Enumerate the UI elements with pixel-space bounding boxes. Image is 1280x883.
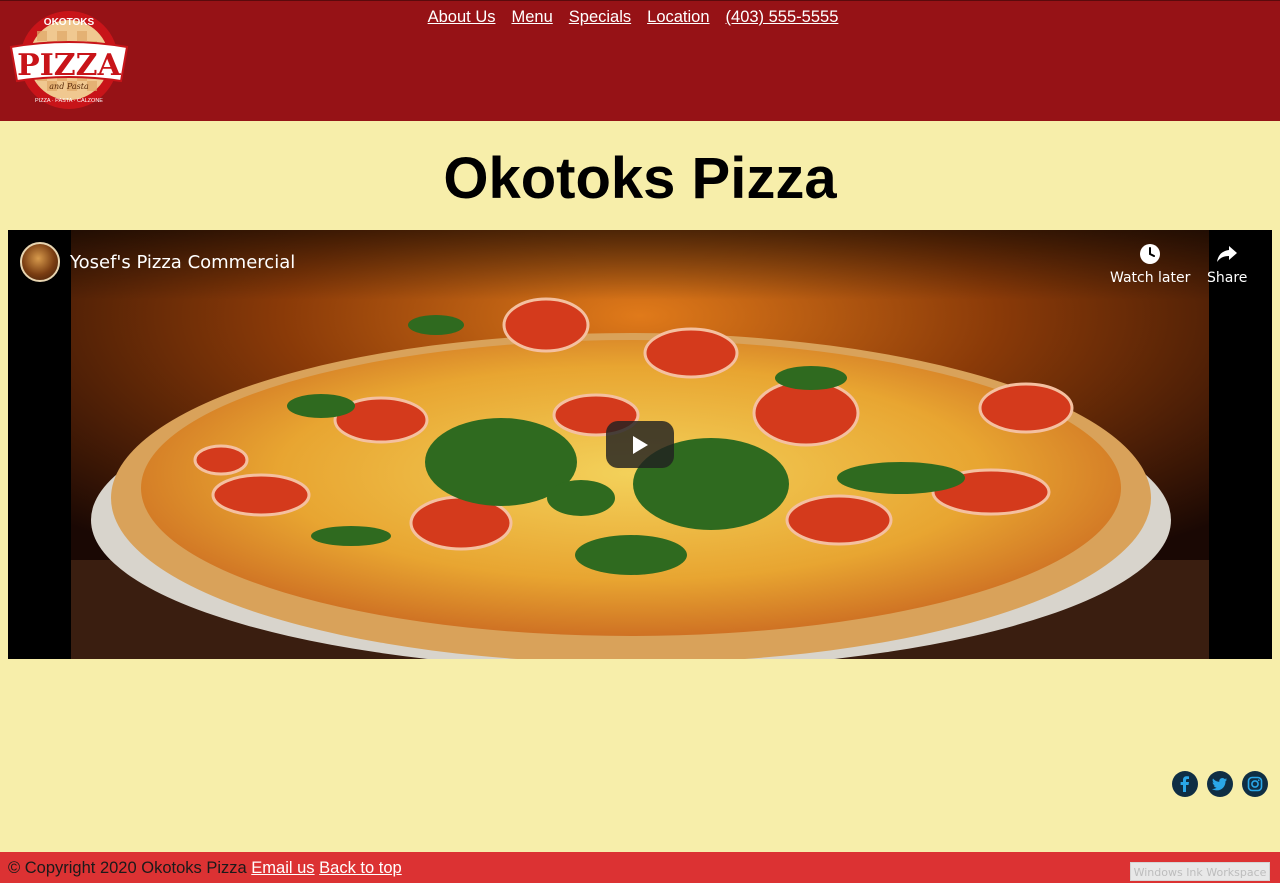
channel-avatar[interactable] — [20, 242, 60, 282]
windows-ink-workspace-button[interactable]: Windows Ink Workspace — [1130, 862, 1270, 881]
facebook-icon[interactable] — [1172, 771, 1198, 797]
back-to-top-link[interactable]: Back to top — [319, 859, 402, 877]
nav-specials[interactable]: Specials — [569, 8, 631, 27]
svg-text:PIZZA: PIZZA — [17, 48, 121, 83]
twitter-icon[interactable] — [1207, 771, 1233, 797]
share-label: Share — [1207, 270, 1248, 286]
play-icon — [633, 436, 648, 454]
nav-about-us[interactable]: About Us — [428, 8, 496, 27]
watch-later-button[interactable]: Watch later — [1110, 242, 1190, 286]
share-button[interactable]: Share — [1207, 242, 1247, 286]
copyright-text: © Copyright 2020 Okotoks Pizza — [8, 859, 247, 877]
svg-text:and Pasta: and Pasta — [49, 82, 89, 91]
svg-text:PIZZA · PASTA · CALZONE: PIZZA · PASTA · CALZONE — [35, 98, 103, 104]
site-footer: © Copyright 2020 Okotoks Pizza Email us … — [0, 852, 1280, 883]
nav-menu[interactable]: Menu — [511, 8, 552, 27]
watch-later-label: Watch later — [1110, 270, 1191, 286]
play-button[interactable] — [606, 421, 674, 468]
site-header: PIZZA and Pasta OKOTOKS PIZZA · PASTA · … — [0, 0, 1280, 121]
clock-icon — [1140, 244, 1161, 264]
email-us-link[interactable]: Email us — [251, 859, 314, 877]
video-title[interactable]: Yosef's Pizza Commercial — [70, 252, 295, 273]
instagram-icon[interactable] — [1242, 771, 1268, 797]
nav-phone[interactable]: (403) 555-5555 — [726, 8, 839, 27]
video-embed[interactable]: Yosef's Pizza Commercial Watch later Sha… — [8, 230, 1272, 659]
share-arrow-icon — [1217, 246, 1238, 262]
page-title: Okotoks Pizza — [443, 146, 837, 211]
main-nav: About Us Menu Specials Location (403) 55… — [0, 8, 1280, 27]
nav-location[interactable]: Location — [647, 8, 709, 27]
